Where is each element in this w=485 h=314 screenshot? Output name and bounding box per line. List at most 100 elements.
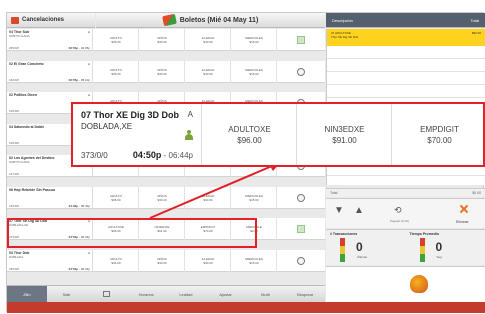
price-value: $30.00 [157,197,167,202]
grid-icon [102,290,110,297]
movie-cell[interactable]: 02 El Gran Concierto A 160/0/0 03:55p - 05:… [7,60,93,83]
zoom-movie-time: 04:50p - 06:44p [133,150,193,160]
start-time: 04:50p [68,266,79,271]
zoom-movie-dub: DOBLADA,XE [81,122,133,131]
order-header: Descripción Total [326,13,485,28]
movie-dub: SUBTITULADA [9,34,30,38]
transactions-value: 0 [356,240,363,254]
scroll-down-icon[interactable]: ▼ [334,205,344,216]
price-cell[interactable]: ADULTO$36.00 [94,186,139,209]
delete-label[interactable]: Eliminar [456,220,469,224]
footer-button-horarios[interactable]: Horarios [126,292,166,297]
price-cell[interactable]: NIÑOS$30.00 [140,249,185,272]
avg-time-unit: Seg [436,255,442,259]
zoom-price-child[interactable]: NIN3EDXE $91.00 [298,104,392,165]
movie-rating: A [87,93,90,97]
zoom-price-adult[interactable]: ADULTOXE $96.00 [203,104,297,165]
movie-dub: DOBLADA [9,254,24,259]
movie-time: 03:50p - 04:35p [69,46,90,50]
avg-time-title: Tiempo Promedio [409,232,440,236]
price-cell[interactable]: 3A EDAD$30.00 [186,249,231,272]
logo-area [326,266,485,302]
footer-button-salir[interactable]: Salir [47,292,87,297]
clock-icon [297,67,305,76]
price-cell[interactable]: NIÑOS$30.00 [140,60,185,83]
scroll-up-icon[interactable]: ▲ [354,205,364,216]
footer-toolbar: Zillo Salir Horarios Lealtad Ajustar Mul… [7,285,325,303]
desc-column-header: Descripción [332,17,353,23]
row-action-cell[interactable] [277,61,325,83]
order-line [327,85,485,98]
footer-button-grid[interactable] [87,290,127,298]
delete-icon[interactable] [459,204,469,214]
highlight-box [7,218,257,248]
price-cell[interactable]: ADULTO$36.00 [94,249,139,272]
tickets-title: Boletos (Mié 04 May 11) [179,16,259,24]
price-cell[interactable]: 3A EDAD$30.00 [186,60,231,83]
price-value: $30.00 [203,260,213,265]
movie-time: 04:50p - 06:44p [69,267,90,271]
price-value: $30.00 [157,71,167,76]
movie-title: 06 Hop Rebelde Sin Pascua [9,187,55,192]
movie-rating: A [87,250,90,255]
movie-count: 160/0/0 [9,77,20,82]
zoom-movie-cell[interactable]: 07 Thor XE Dig 3D Dob DOBLADA,XE A 373/0… [73,104,202,165]
footer-button-bloquear[interactable]: Bloquear [285,292,325,297]
price-cell[interactable]: 3A EDAD$30.00 [186,29,231,51]
footer-button-ajustar[interactable]: Ajustar [206,292,246,297]
cancel-label: Cancelaciones [22,17,65,23]
price-cell[interactable]: MIERCOLES$15.00 [232,249,277,272]
flag-icon [297,225,305,233]
hands-logo-icon [410,275,428,293]
price-value: $15.00 [249,260,259,265]
cancel-header[interactable]: Cancelaciones [7,13,95,28]
person-icon [185,130,193,140]
price-value: $30.00 [203,40,213,44]
price-cell[interactable]: 3A EDAD$30.00 [186,186,231,209]
order-line-selected[interactable]: 07 ADULTOXE Thor XE Dig 3D Dob $96.00 [327,29,485,46]
movie-title: 02 El Gran Concierto [9,61,44,66]
total-column-header: Total [470,17,479,23]
status-bar [7,302,485,313]
price-cell[interactable]: ADULTO$36.00 [94,29,139,51]
price-cell[interactable]: NIÑOS$30.00 [140,186,185,209]
end-time: - 05:40p [78,203,90,208]
row-action-cell[interactable] [277,250,325,272]
movie-cell[interactable]: 04 Thor Sub SUBTITULADA A 265/0/0 03:50p - 0… [7,29,93,51]
price-value: $15.00 [249,197,259,202]
zoom-movie-count: 373/0/0 [81,151,108,160]
zoom-movie-rating: A [187,110,193,119]
movie-time: 03:55p - 05:10p [69,78,90,82]
footer-button-lealtad[interactable]: Lealtad [166,292,206,297]
ticket-icon [161,13,177,27]
movie-cell[interactable]: 06 Hop Rebelde Sin Pascua 160/0/0 04:30p -… [7,186,93,209]
price-cell[interactable]: MIERCOLES$15.00 [232,186,277,209]
pay-icon[interactable]: ⟲ [394,205,402,216]
price-value: $15.00 [249,40,259,44]
start-time: 04:30p [68,203,79,208]
movie-count: 265/0/0 [9,46,20,50]
avg-time-gauge [419,238,425,262]
footer-button-multi[interactable]: Multi [246,292,286,297]
order-controls: ▼ ▲ ⟲ Pagado (0.00) Eliminar [326,198,485,228]
price-cell[interactable]: MIERCOLES$15.00 [232,29,277,51]
row-action-cell[interactable] [277,187,325,209]
price-cell[interactable]: MIERCOLES$15.00 [232,60,277,83]
transactions-stat: # Transacciones 0 Últimas [326,230,406,265]
paid-label: Pagado (0.00) [390,219,410,223]
order-line [327,59,485,72]
price-cell[interactable]: NIÑOS$30.00 [140,29,185,51]
movie-cell[interactable]: 03 Thor Dob DOBLADA A 345/0/0 04:50p - 06:44… [7,249,93,272]
price-value: $36.00 [111,260,121,265]
zoom-price-digital[interactable]: EMPDIGIT $70.00 [393,104,485,165]
price-value: $30.00 [157,260,167,265]
order-line [327,72,485,85]
price-cell[interactable]: ADULTO$36.00 [94,60,139,83]
footer-button-zillo[interactable]: Zillo [7,285,47,303]
start-time: 03:55p [68,77,79,82]
movie-time: 04:30p - 05:40p [69,204,90,208]
row-action-cell[interactable] [277,29,325,51]
price-value: $36.00 [111,197,121,202]
start-time: 03:50p [68,46,79,50]
row-action-cell[interactable] [277,218,325,240]
